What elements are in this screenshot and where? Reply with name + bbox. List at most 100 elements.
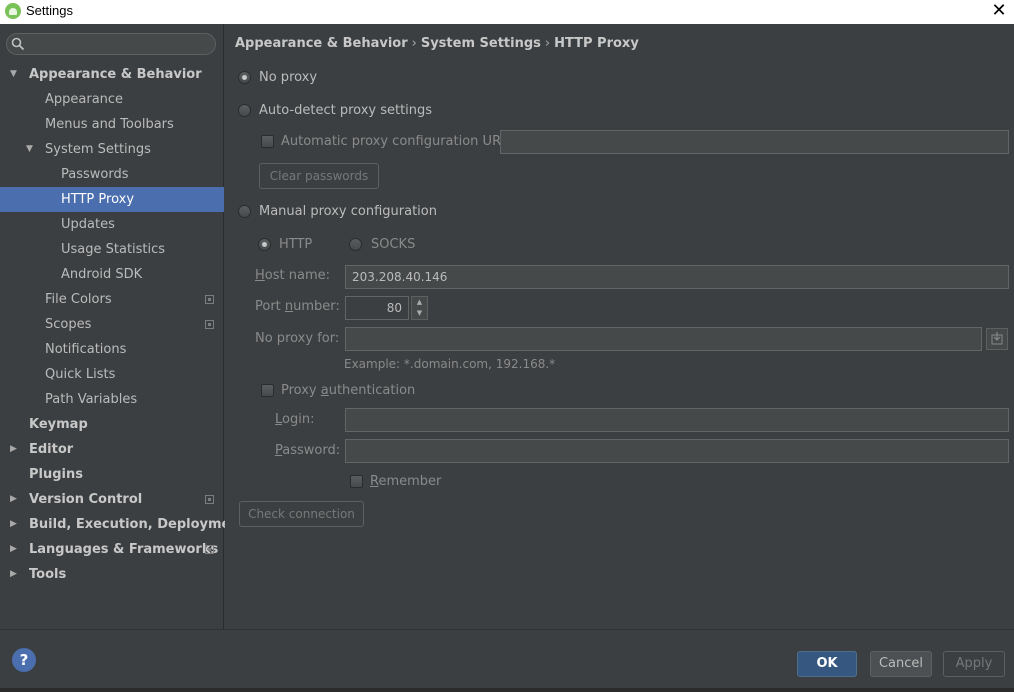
expand-arrow-icon[interactable]: ▼ xyxy=(10,62,20,87)
sidebar-item-path-variables[interactable]: Path Variables xyxy=(0,387,224,412)
check-connection-button[interactable]: Check connection xyxy=(239,501,364,527)
manual-proxy-label[interactable]: Manual proxy configuration xyxy=(259,204,437,219)
window-title: Settings xyxy=(26,3,73,18)
spinner-down-icon[interactable]: ▼ xyxy=(412,308,427,319)
sidebar-item-scopes[interactable]: Scopes xyxy=(0,312,224,337)
collapse-arrow-icon[interactable]: ▶ xyxy=(10,537,20,562)
http-proxy-panel: Appearance & Behavior › System Settings › HT… xyxy=(225,24,1014,629)
password-field[interactable] xyxy=(345,439,1009,463)
sidebar-item-android-sdk[interactable]: Android SDK xyxy=(0,262,224,287)
sidebar-item-label: Appearance xyxy=(45,92,124,107)
port-number-label: Port number: xyxy=(255,299,340,314)
project-level-icon xyxy=(205,295,214,304)
dialog-footer: ? OK Cancel Apply xyxy=(0,629,1014,692)
sidebar-item-usage-statistics[interactable]: Usage Statistics xyxy=(0,237,224,262)
breadcrumb-item[interactable]: System Settings xyxy=(421,36,541,51)
spinner-up-icon[interactable]: ▲ xyxy=(412,297,427,308)
collapse-arrow-icon[interactable]: ▶ xyxy=(10,487,20,512)
no-proxy-radio[interactable] xyxy=(238,71,251,84)
clear-passwords-button[interactable]: Clear passwords xyxy=(259,163,379,189)
sidebar-item-appearance[interactable]: Appearance xyxy=(0,87,224,112)
port-spinner[interactable]: ▲ ▼ xyxy=(411,296,428,320)
sidebar-item-tools[interactable]: ▶ Tools xyxy=(0,562,224,587)
ok-button[interactable]: OK xyxy=(797,651,857,677)
sidebar-item-editor[interactable]: ▶ Editor xyxy=(0,437,224,462)
expand-arrow-icon[interactable]: ▼ xyxy=(26,137,36,162)
sidebar-item-label: Menus and Toolbars xyxy=(45,117,174,132)
sidebar-item-label: Passwords xyxy=(61,167,129,182)
project-level-icon xyxy=(205,320,214,329)
background-window-strip xyxy=(0,688,1014,692)
login-label: Login: xyxy=(275,412,315,427)
sidebar-item-label: System Settings xyxy=(45,142,151,157)
collapse-arrow-icon[interactable]: ▶ xyxy=(10,512,20,537)
manual-proxy-radio[interactable] xyxy=(238,205,251,218)
no-proxy-label[interactable]: No proxy xyxy=(259,70,317,85)
http-label[interactable]: HTTP xyxy=(279,237,312,252)
breadcrumb-item[interactable]: Appearance & Behavior xyxy=(235,36,408,51)
http-radio[interactable] xyxy=(258,238,271,251)
help-icon[interactable]: ? xyxy=(12,648,36,672)
expand-field-button[interactable] xyxy=(986,328,1008,350)
login-field[interactable] xyxy=(345,408,1009,432)
title-bar: Settings ✕ xyxy=(0,0,1014,24)
sidebar-item-version-control[interactable]: ▶ Version Control xyxy=(0,487,224,512)
sidebar-item-label: Notifications xyxy=(45,342,127,357)
sidebar-item-label: Version Control xyxy=(29,492,143,507)
port-number-field[interactable]: 80 xyxy=(345,296,409,320)
sidebar-item-system-settings[interactable]: ▼ System Settings xyxy=(0,137,224,162)
sidebar-item-updates[interactable]: Updates xyxy=(0,212,224,237)
breadcrumb-item: HTTP Proxy xyxy=(554,36,639,51)
sidebar-item-languages-frameworks[interactable]: ▶ Languages & Frameworks xyxy=(0,537,224,562)
sidebar-item-menus-and-toolbars[interactable]: Menus and Toolbars xyxy=(0,112,224,137)
sidebar-item-label: Appearance & Behavior xyxy=(29,67,202,82)
sidebar-item-keymap[interactable]: Keymap xyxy=(0,412,224,437)
sidebar-item-label: Updates xyxy=(61,217,115,232)
sidebar-item-http-proxy[interactable]: HTTP Proxy xyxy=(0,187,224,212)
no-proxy-example: Example: *.domain.com, 192.168.* xyxy=(344,357,556,371)
remember-checkbox[interactable] xyxy=(350,475,363,488)
sidebar-item-appearance-behavior[interactable]: ▼ Appearance & Behavior xyxy=(0,62,224,87)
sidebar-item-label: Plugins xyxy=(29,467,83,482)
no-proxy-for-field[interactable] xyxy=(345,327,982,351)
password-label: Password: xyxy=(275,443,341,458)
proxy-authentication-checkbox[interactable] xyxy=(261,384,274,397)
auto-detect-label[interactable]: Auto-detect proxy settings xyxy=(259,103,432,118)
sidebar-item-quick-lists[interactable]: Quick Lists xyxy=(0,362,224,387)
cancel-button[interactable]: Cancel xyxy=(870,651,932,677)
sidebar-item-notifications[interactable]: Notifications xyxy=(0,337,224,362)
host-name-label: Host name: xyxy=(255,268,330,283)
expand-icon xyxy=(991,332,1003,345)
collapse-arrow-icon[interactable]: ▶ xyxy=(10,562,20,587)
sidebar-item-label: Tools xyxy=(29,567,67,582)
auto-config-url-field[interactable] xyxy=(500,130,1009,154)
sidebar-item-passwords[interactable]: Passwords xyxy=(0,162,224,187)
collapse-arrow-icon[interactable]: ▶ xyxy=(10,437,20,462)
sidebar-item-label: Build, Execution, Deployment xyxy=(29,517,246,532)
close-icon[interactable]: ✕ xyxy=(990,1,1008,21)
sidebar-item-plugins[interactable]: Plugins xyxy=(0,462,224,487)
host-name-field[interactable]: 203.208.40.146 xyxy=(345,265,1009,289)
proxy-authentication-label[interactable]: Proxy authentication xyxy=(281,383,415,398)
sidebar-item-file-colors[interactable]: File Colors xyxy=(0,287,224,312)
sidebar-item-label: Keymap xyxy=(29,417,88,432)
breadcrumb: Appearance & Behavior › System Settings › HT… xyxy=(235,36,639,51)
sidebar-item-build-execution-deployment[interactable]: ▶ Build, Execution, Deployment xyxy=(0,512,246,537)
auto-detect-radio[interactable] xyxy=(238,104,251,117)
apply-button[interactable]: Apply xyxy=(943,651,1005,677)
remember-label[interactable]: Remember xyxy=(370,474,441,489)
android-studio-icon xyxy=(5,3,21,19)
search-box[interactable] xyxy=(6,33,216,55)
socks-radio[interactable] xyxy=(349,238,362,251)
auto-config-url-checkbox[interactable] xyxy=(261,135,274,148)
project-level-icon xyxy=(205,545,214,554)
search-input[interactable] xyxy=(29,36,213,52)
sidebar-item-label: Android SDK xyxy=(61,267,143,282)
no-proxy-for-label: No proxy for: xyxy=(255,331,340,346)
project-level-icon xyxy=(205,495,214,504)
socks-label[interactable]: SOCKS xyxy=(371,237,415,252)
sidebar-item-label: Quick Lists xyxy=(45,367,116,382)
auto-config-url-label: Automatic proxy configuration URL: xyxy=(281,134,513,149)
sidebar-item-label: HTTP Proxy xyxy=(61,192,135,207)
sidebar-item-label: File Colors xyxy=(45,292,112,307)
